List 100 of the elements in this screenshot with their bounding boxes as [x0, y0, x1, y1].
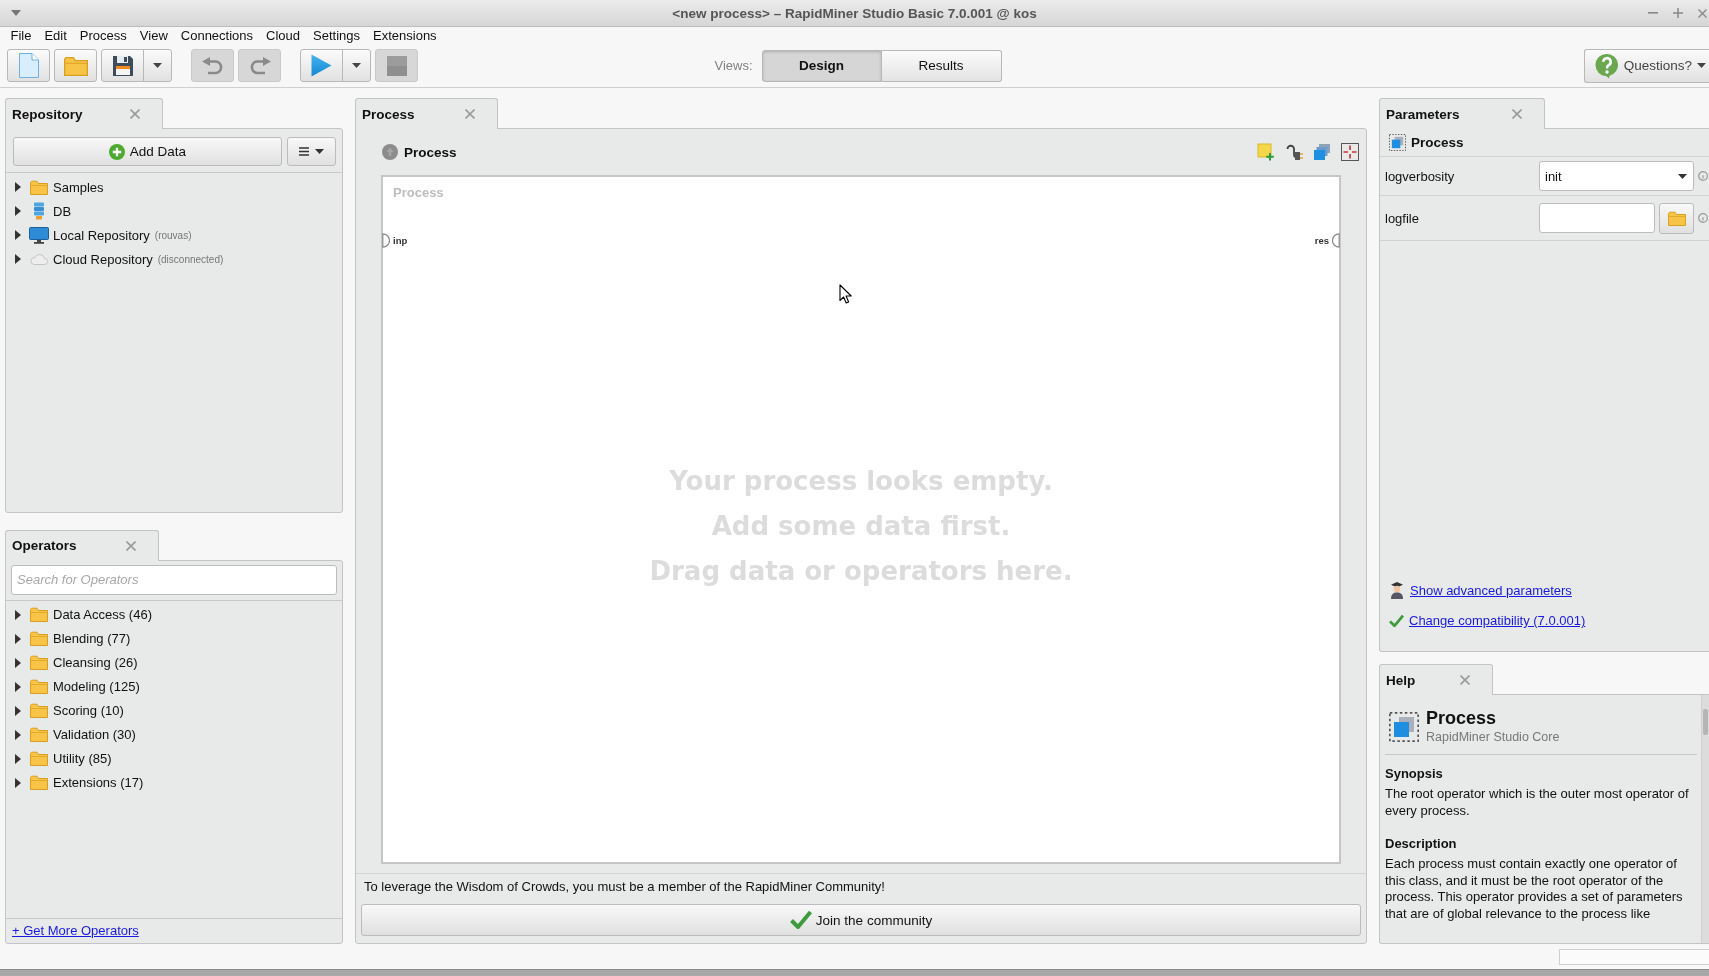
repository-item[interactable]: Samples — [53, 179, 104, 195]
caret-icon — [1678, 173, 1687, 179]
get-more-operators-link[interactable]: + Get More Operators — [12, 923, 139, 938]
scrollbar[interactable] — [1701, 695, 1709, 943]
help-title: Process — [1426, 708, 1498, 729]
menu-item[interactable]: Process — [73, 27, 134, 44]
play-icon — [311, 54, 332, 77]
menu-item[interactable]: Settings — [306, 27, 367, 44]
repository-menu-button[interactable] — [287, 137, 336, 166]
undo-icon — [200, 56, 225, 75]
operator-group[interactable]: Data Access (46) — [53, 607, 152, 622]
menu-icon — [299, 147, 309, 156]
info-icon[interactable] — [1698, 213, 1708, 223]
folder-icon — [30, 655, 48, 670]
maximize-icon[interactable] — [1673, 8, 1683, 18]
dropdown-button[interactable] — [143, 49, 172, 82]
panel-tab[interactable]: Help — [1379, 664, 1493, 695]
close-icon[interactable] — [465, 109, 475, 119]
port-icon[interactable] — [1332, 233, 1340, 248]
select-field[interactable]: init — [1539, 161, 1694, 191]
close-icon[interactable] — [1460, 675, 1470, 685]
close-icon[interactable] — [126, 540, 136, 551]
monitor-icon — [29, 226, 49, 244]
panel-tab[interactable]: Operators — [5, 529, 159, 561]
layers-icon[interactable] — [1313, 143, 1331, 161]
panel-tab[interactable]: Process — [355, 98, 498, 129]
arrange-icon[interactable] — [1341, 143, 1359, 161]
view-tab[interactable]: Results — [881, 49, 1002, 82]
window-title: <new process> – RapidMiner Studio Basic 7.0.001 @ kos — [672, 5, 1037, 21]
expand-arrow-icon[interactable] — [15, 609, 21, 620]
window-menu-icon[interactable] — [11, 10, 21, 16]
port-icon[interactable] — [382, 233, 390, 248]
search-field[interactable]: Search for Operators — [11, 564, 337, 595]
operator-group[interactable]: Modeling (125) — [53, 679, 140, 694]
view-tab[interactable]: Design — [761, 49, 882, 82]
menu-item[interactable]: Edit — [37, 27, 74, 44]
plug-icon[interactable] — [1285, 143, 1303, 161]
close-icon[interactable] — [1698, 8, 1707, 18]
process-title: Process — [404, 144, 457, 160]
expand-arrow-icon[interactable] — [15, 729, 21, 740]
person-icon — [1389, 581, 1405, 599]
add-note-icon[interactable] — [1257, 143, 1275, 161]
save-button[interactable] — [101, 49, 144, 82]
help-text: Each process must contain exactly one operator of this class, and it must be the root operator of the process. This operator provides a set of parameters that are of global relevance to the process like — [1385, 856, 1684, 922]
operator-group[interactable]: Cleansing (26) — [53, 655, 138, 670]
operator-icon — [1389, 134, 1406, 151]
help-icon — [1594, 52, 1619, 79]
expand-arrow-icon[interactable] — [15, 206, 21, 216]
caret-icon — [352, 63, 361, 68]
add-data-button[interactable]: Add Data — [13, 137, 282, 166]
text-field[interactable] — [1539, 203, 1655, 233]
expand-arrow-icon[interactable] — [15, 254, 21, 264]
expand-arrow-icon[interactable] — [15, 657, 21, 668]
expand-arrow-icon[interactable] — [15, 705, 21, 716]
folder-icon — [30, 679, 48, 694]
operator-group[interactable]: Utility (85) — [53, 751, 112, 766]
close-icon[interactable] — [130, 109, 140, 119]
browse-button[interactable] — [1659, 202, 1694, 234]
folder-icon — [1667, 210, 1686, 226]
help-heading: Synopsis — [1385, 765, 1444, 782]
new-button[interactable] — [7, 49, 50, 82]
operator-group[interactable]: Blending (77) — [53, 631, 131, 646]
info-icon[interactable] — [1698, 171, 1708, 181]
questions-button[interactable]: Questions? — [1583, 48, 1709, 83]
menu-item[interactable]: File — [4, 27, 38, 44]
expand-arrow-icon[interactable] — [15, 230, 21, 240]
document-icon — [18, 53, 39, 78]
folder-icon — [30, 775, 48, 790]
database-icon — [33, 202, 45, 220]
menu-item[interactable]: Extensions — [366, 27, 444, 44]
expand-arrow-icon[interactable] — [15, 681, 21, 692]
port-label: inp — [393, 235, 408, 246]
folder-icon — [30, 607, 48, 622]
caret-icon — [1697, 63, 1706, 68]
operator-group[interactable]: Validation (30) — [53, 727, 136, 742]
expand-arrow-icon[interactable] — [15, 777, 21, 788]
operator-group[interactable]: Scoring (10) — [53, 703, 124, 718]
compatibility-link[interactable]: Change compatibility (7.0.001) — [1409, 613, 1586, 628]
expand-arrow-icon[interactable] — [15, 182, 21, 192]
item-note: (rouvas) — [154, 229, 192, 241]
folder-icon — [30, 751, 48, 766]
menu-item[interactable]: View — [133, 27, 175, 44]
operator-group[interactable]: Extensions (17) — [53, 775, 144, 790]
close-icon[interactable] — [1512, 109, 1522, 119]
panel-tab[interactable]: Parameters — [1379, 98, 1545, 129]
dropdown-button[interactable] — [342, 49, 371, 82]
operator-title: Process — [1411, 135, 1464, 150]
repository-item[interactable]: Local Repository — [53, 227, 150, 243]
menu-item[interactable]: Connections — [174, 27, 260, 44]
panel-tab[interactable]: Repository — [5, 98, 163, 129]
menu-item[interactable]: Cloud — [259, 27, 307, 44]
expand-arrow-icon[interactable] — [15, 753, 21, 764]
show-advanced-link[interactable]: Show advanced parameters — [1410, 582, 1572, 598]
parameter-label: logverbosity — [1385, 168, 1456, 184]
repository-item[interactable]: DB — [53, 203, 72, 219]
run-button[interactable] — [300, 49, 343, 82]
join-community-button[interactable]: Join the community — [361, 904, 1361, 936]
expand-arrow-icon[interactable] — [15, 633, 21, 644]
repository-item[interactable]: Cloud Repository — [53, 251, 153, 267]
port-label: res — [1314, 235, 1329, 246]
